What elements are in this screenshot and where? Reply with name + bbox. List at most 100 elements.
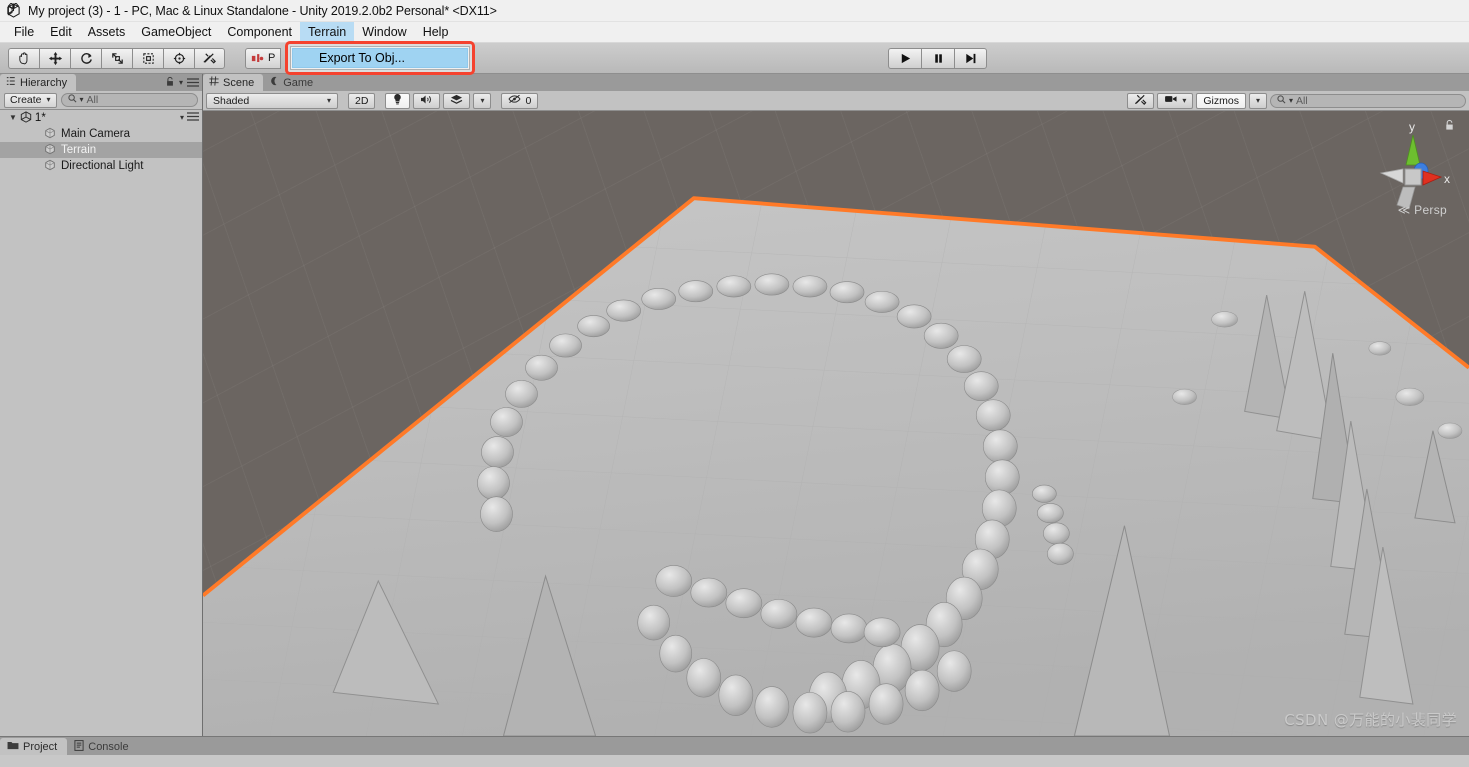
toggle-2d-label: 2D	[355, 95, 368, 107]
menu-hamburger-icon[interactable]	[187, 112, 199, 124]
scene-tools-button[interactable]	[1127, 93, 1154, 109]
hierarchy-search-input[interactable]: ▾ All	[61, 93, 198, 107]
scene-tools-icon	[1134, 93, 1147, 109]
hierarchy-tabbar-actions: ▾	[165, 76, 199, 90]
transform-tools-group	[8, 48, 225, 69]
toggle-2d-button[interactable]: 2D	[348, 93, 375, 109]
light-bulb-icon	[392, 93, 403, 108]
hierarchy-scene-row[interactable]: ▼ 1* ▾	[0, 110, 202, 126]
menu-edit[interactable]: Edit	[42, 22, 80, 42]
chevron-down-icon[interactable]: ▼	[9, 114, 17, 122]
tab-scene-label: Scene	[223, 77, 254, 89]
folder-icon	[7, 740, 19, 753]
scene-name-label: 1*	[35, 112, 46, 124]
gizmos-label: Gizmos	[1203, 95, 1239, 107]
hidden-objects-toggle[interactable]: 0	[501, 93, 538, 109]
svg-text:x: x	[1444, 172, 1450, 186]
scene-search-input[interactable]: ▾ All	[1270, 94, 1466, 108]
gizmo-center-cube	[1405, 169, 1421, 185]
menu-file[interactable]: File	[6, 22, 42, 42]
create-button[interactable]: Create ▾	[4, 93, 57, 108]
hand-tool-button[interactable]	[8, 48, 39, 69]
hierarchy-list: Main Camera Terrain Directional Light	[0, 126, 202, 736]
chevron-down-icon[interactable]: ▾	[180, 114, 184, 122]
main-toolbar: P	[0, 43, 1469, 74]
scene-effects-toggle[interactable]	[443, 93, 470, 109]
hierarchy-item-directional-light[interactable]: Directional Light	[0, 158, 202, 174]
menu-hamburger-icon[interactable]	[187, 76, 199, 90]
move-tool-button[interactable]	[39, 48, 70, 69]
gizmo-axis-negative-x	[1381, 169, 1403, 183]
game-moon-icon	[269, 76, 279, 89]
svg-text:y: y	[1409, 120, 1415, 134]
menu-assets[interactable]: Assets	[80, 22, 134, 42]
rect-tool-button[interactable]	[132, 48, 163, 69]
chevron-down-icon: ▾	[80, 96, 84, 104]
tab-game[interactable]: Game	[263, 74, 322, 91]
transform-tool-button[interactable]	[163, 48, 194, 69]
scene-camera-icon	[1164, 94, 1178, 107]
dropdown-menu-panel: Export To Obj...	[290, 46, 470, 70]
draw-mode-dropdown[interactable]: Shaded ▾	[206, 93, 338, 109]
tab-project[interactable]: Project	[0, 738, 67, 755]
persp-text: Persp	[1414, 203, 1447, 217]
terrain-menu-dropdown: Export To Obj...	[285, 41, 475, 75]
console-icon	[74, 740, 84, 754]
hierarchy-icon	[6, 76, 16, 89]
hierarchy-scene-actions: ▾	[180, 112, 199, 124]
lock-icon[interactable]	[165, 76, 175, 90]
menu-gameobject[interactable]: GameObject	[133, 22, 219, 42]
gizmos-button[interactable]: Gizmos	[1196, 93, 1246, 109]
scale-tool-button[interactable]	[101, 48, 132, 69]
hierarchy-item-label: Directional Light	[61, 160, 143, 172]
hierarchy-panel: Hierarchy ▾ Create ▾	[0, 74, 203, 736]
scene-viewport[interactable]: y x	[203, 111, 1469, 736]
pivot-toggle-button[interactable]: P	[245, 48, 281, 69]
scene-camera-button[interactable]: ▾	[1157, 93, 1193, 109]
chevron-down-icon: ▾	[1182, 97, 1186, 105]
hidden-eye-icon	[508, 94, 521, 107]
custom-tool-button[interactable]	[194, 48, 225, 69]
scene-lighting-toggle[interactable]	[385, 93, 410, 109]
hierarchy-search-placeholder: All	[87, 94, 99, 106]
hierarchy-item-terrain[interactable]: Terrain	[0, 142, 202, 158]
gizmo-axis-x: x	[1423, 171, 1450, 186]
scene-grid-icon	[209, 76, 219, 89]
menu-item-export-to-obj[interactable]: Export To Obj...	[292, 48, 468, 68]
scene-effects-dropdown[interactable]: ▾	[473, 93, 491, 109]
hierarchy-item-main-camera[interactable]: Main Camera	[0, 126, 202, 142]
chevron-down-icon: ▾	[1256, 97, 1260, 105]
rotate-tool-button[interactable]	[70, 48, 101, 69]
chevron-down-icon: ▾	[47, 96, 51, 104]
menu-terrain[interactable]: Terrain	[300, 22, 354, 42]
playback-controls	[888, 48, 987, 69]
terrain-render	[203, 111, 1469, 736]
gizmo-lock-icon[interactable]	[1444, 119, 1455, 134]
tab-hierarchy[interactable]: Hierarchy	[0, 74, 76, 91]
unity-scene-icon	[20, 111, 32, 126]
hidden-objects-count: 0	[525, 95, 531, 107]
title-bar: My project (3) - 1 - PC, Mac & Linux Sta…	[0, 0, 1469, 22]
projection-mode-label[interactable]: ≪ Persp	[1398, 203, 1447, 217]
menu-component[interactable]: Component	[219, 22, 300, 42]
gizmos-dropdown[interactable]: ▾	[1249, 93, 1267, 109]
menu-help[interactable]: Help	[415, 22, 457, 42]
tab-console[interactable]: Console	[67, 738, 138, 755]
play-button[interactable]	[888, 48, 921, 69]
step-button[interactable]	[954, 48, 987, 69]
pause-button[interactable]	[921, 48, 954, 69]
hierarchy-toolbar: Create ▾ ▾ All	[0, 91, 202, 110]
tab-game-label: Game	[283, 77, 313, 89]
tab-scene[interactable]: Scene	[203, 74, 263, 91]
hierarchy-item-label: Terrain	[61, 144, 96, 156]
audio-speaker-icon	[420, 94, 433, 108]
editor-body: Hierarchy ▾ Create ▾	[0, 74, 1469, 736]
search-icon	[1277, 95, 1286, 107]
menu-window[interactable]: Window	[354, 22, 414, 42]
chevron-down-icon: ▾	[480, 97, 484, 105]
chevron-down-icon[interactable]: ▾	[179, 79, 183, 87]
chevron-down-icon: ▾	[1289, 97, 1293, 105]
red-annotation-box: Export To Obj...	[285, 41, 475, 75]
scene-audio-toggle[interactable]	[413, 93, 440, 109]
create-button-label: Create	[10, 94, 42, 106]
